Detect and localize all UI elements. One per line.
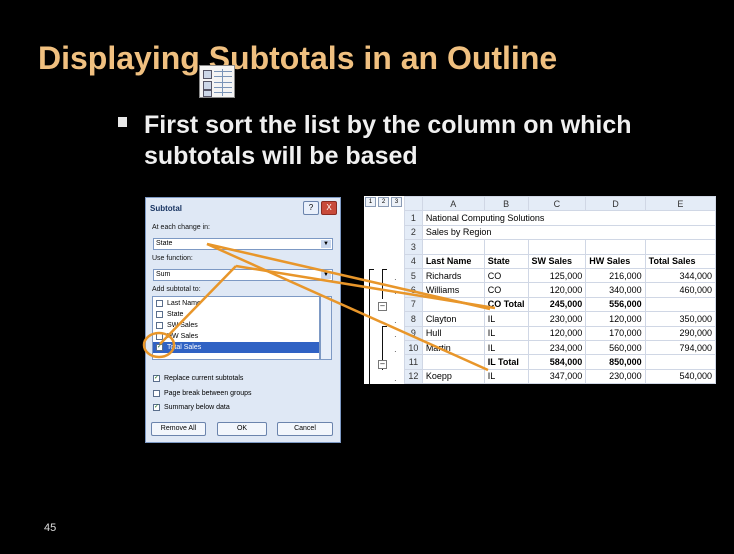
callout-arrow xyxy=(159,265,237,345)
callout-circle xyxy=(142,331,176,359)
callout-arrow xyxy=(206,242,489,372)
callout-arrow xyxy=(235,264,496,310)
callout-annotations xyxy=(142,242,496,372)
page-number: 45 xyxy=(44,522,57,534)
